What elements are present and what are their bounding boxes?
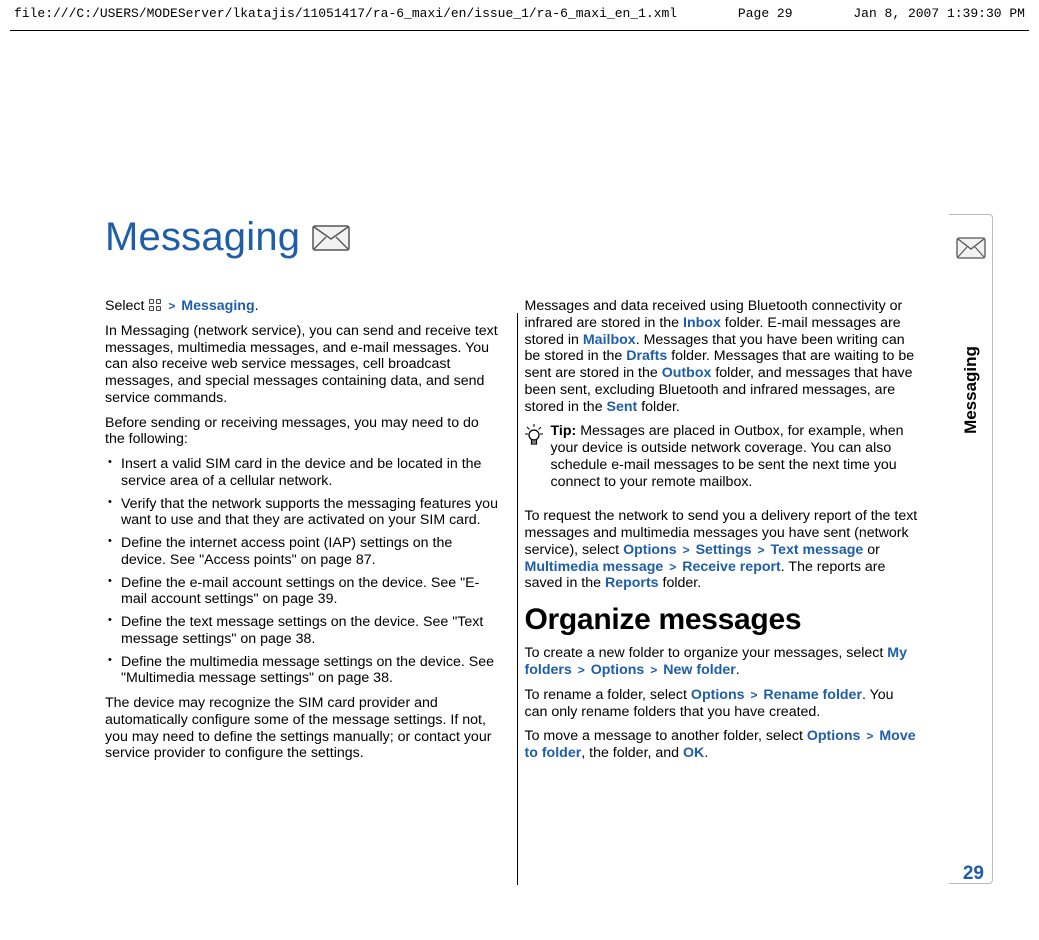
- print-header: file:///C:/USERS/MODEServer/lkatajis/110…: [0, 0, 1039, 25]
- text: To move a message to another folder, sel…: [525, 728, 807, 744]
- intro-line: Select > Messaging.: [105, 298, 501, 315]
- list-item: Define the e-mail account settings on th…: [105, 575, 501, 609]
- sent-link: Sent: [607, 399, 638, 415]
- before-sending: Before sending or receiving messages, yo…: [105, 415, 501, 449]
- text: .: [704, 745, 708, 761]
- page-number: 29: [963, 863, 984, 885]
- text: folder.: [637, 399, 680, 415]
- page-body: Messaging Select > Messaging. In Messagi…: [105, 215, 920, 885]
- left-column: Select > Messaging. In Messaging (networ…: [105, 298, 501, 770]
- inbox-link: Inbox: [683, 315, 721, 331]
- new-folder-link: New folder: [663, 662, 736, 678]
- delivery-report-paragraph: To request the network to send you a del…: [525, 508, 921, 592]
- envelope-icon: [312, 225, 350, 251]
- organize-heading: Organize messages: [525, 602, 921, 637]
- text-message-link: Text message: [770, 542, 863, 558]
- text: .: [736, 662, 740, 678]
- page-title: Messaging: [105, 215, 300, 260]
- multimedia-link: Multimedia message: [525, 559, 664, 575]
- menu-key-icon: [148, 298, 162, 312]
- options-link: Options: [591, 662, 645, 678]
- lightbulb-icon: [525, 423, 543, 498]
- text: folder.: [659, 575, 702, 591]
- mailbox-link: Mailbox: [583, 332, 636, 348]
- list-item: Define the multimedia message settings o…: [105, 654, 501, 688]
- text: , the folder, and: [581, 745, 683, 761]
- right-column: Messages and data received using Bluetoo…: [525, 298, 921, 770]
- receive-report-link: Receive report: [682, 559, 781, 575]
- print-page: Page 29: [738, 6, 793, 21]
- messaging-link: Messaging: [181, 298, 254, 314]
- side-tab-label: Messaging: [961, 346, 981, 434]
- options-link: Options: [623, 542, 677, 558]
- text: To rename a folder, select: [525, 687, 691, 703]
- list-item: Define the text message settings on the …: [105, 614, 501, 648]
- print-timestamp: Jan 8, 2007 1:39:30 PM: [853, 6, 1025, 21]
- list-item: Insert a valid SIM card in the device an…: [105, 456, 501, 490]
- prereq-list: Insert a valid SIM card in the device an…: [105, 456, 501, 687]
- tip-body: Messages are placed in Outbox, for examp…: [551, 423, 904, 489]
- tip-block: Tip: Messages are placed in Outbox, for …: [525, 423, 921, 498]
- auto-config-note: The device may recognize the SIM card pr…: [105, 695, 501, 762]
- options-link: Options: [807, 728, 861, 744]
- ok-link: OK: [683, 745, 704, 761]
- tip-label: Tip:: [551, 423, 577, 439]
- settings-link: Settings: [696, 542, 752, 558]
- chevron-right-icon: >: [864, 729, 875, 743]
- rename-folder-link: Rename folder: [763, 687, 862, 703]
- list-item: Verify that the network supports the mes…: [105, 496, 501, 530]
- column-divider: [517, 313, 518, 885]
- chevron-right-icon: >: [681, 543, 692, 557]
- chevron-right-icon: >: [748, 688, 759, 702]
- text: or: [863, 542, 880, 558]
- chevron-right-icon: >: [166, 299, 177, 313]
- page-title-row: Messaging: [105, 215, 920, 260]
- print-path: file:///C:/USERS/MODEServer/lkatajis/110…: [14, 6, 677, 21]
- folders-paragraph: Messages and data received using Bluetoo…: [525, 298, 921, 415]
- envelope-icon: [956, 237, 986, 264]
- chevron-right-icon: >: [667, 560, 678, 574]
- tip-text: Tip: Messages are placed in Outbox, for …: [551, 423, 921, 490]
- move-folder-paragraph: To move a message to another folder, sel…: [525, 728, 921, 762]
- text: To create a new folder to organize your …: [525, 645, 888, 661]
- columns: Select > Messaging. In Messaging (networ…: [105, 298, 920, 770]
- list-item: Define the internet access point (IAP) s…: [105, 535, 501, 569]
- chevron-right-icon: >: [576, 663, 587, 677]
- period: .: [255, 298, 259, 314]
- outbox-link: Outbox: [662, 365, 712, 381]
- drafts-link: Drafts: [626, 348, 667, 364]
- side-tab: Messaging: [949, 214, 993, 884]
- rename-folder-paragraph: To rename a folder, select Options > Ren…: [525, 687, 921, 721]
- reports-link: Reports: [605, 575, 659, 591]
- chevron-right-icon: >: [648, 663, 659, 677]
- intro-prefix: Select: [105, 298, 148, 314]
- new-folder-paragraph: To create a new folder to organize your …: [525, 645, 921, 679]
- intro-paragraph: In Messaging (network service), you can …: [105, 323, 501, 407]
- chevron-right-icon: >: [756, 543, 767, 557]
- header-rule: [10, 30, 1029, 31]
- options-link: Options: [691, 687, 745, 703]
